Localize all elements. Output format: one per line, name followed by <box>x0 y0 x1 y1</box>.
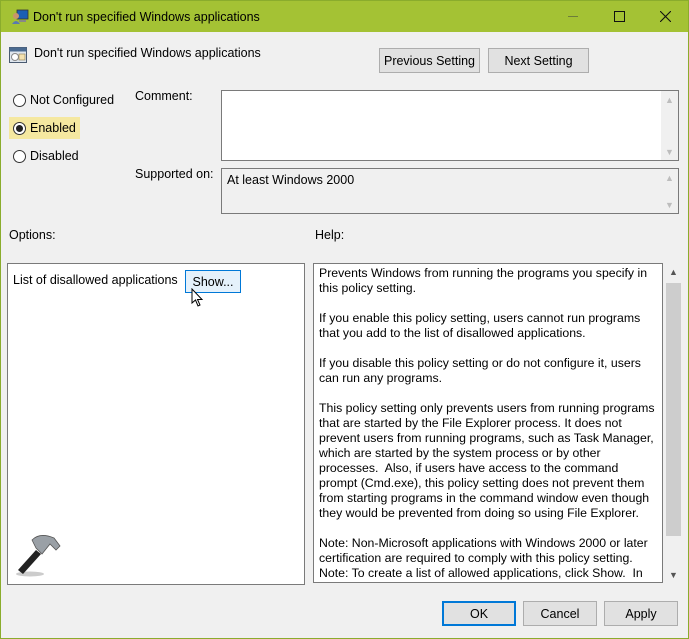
previous-setting-button[interactable]: Previous Setting <box>379 48 480 73</box>
help-panel: Prevents Windows from running the progra… <box>313 263 663 583</box>
supported-on-value: At least Windows 2000 <box>227 173 355 187</box>
policy-dialog: Don't run specified Windows applications… <box>0 0 689 639</box>
policy-editor-icon <box>12 9 29 24</box>
disallowed-list-label: List of disallowed applications <box>13 273 178 287</box>
radio-circle[interactable] <box>13 93 26 107</box>
scroll-up-icon[interactable]: ▲ <box>661 91 678 108</box>
radio-not-configured[interactable]: Not Configured <box>9 89 118 111</box>
supported-on-field: At least Windows 2000 ▲ ▼ <box>221 168 679 214</box>
options-label: Options: <box>9 228 56 242</box>
comment-label: Comment: <box>135 89 193 103</box>
ok-button[interactable]: OK <box>442 601 516 626</box>
setting-name: Don't run specified Windows applications <box>34 46 261 60</box>
scroll-up-icon[interactable]: ▲ <box>661 169 678 186</box>
radio-disabled[interactable]: Disabled <box>9 145 83 167</box>
help-label: Help: <box>315 228 345 242</box>
comment-field[interactable]: ▲ ▼ <box>221 90 679 161</box>
next-setting-button[interactable]: Next Setting <box>488 48 589 73</box>
mouse-cursor-icon <box>191 288 204 307</box>
window-title: Don't run specified Windows applications <box>33 10 260 24</box>
radio-label: Enabled <box>30 121 76 135</box>
comment-input[interactable] <box>222 91 661 160</box>
radio-circle[interactable] <box>13 121 26 135</box>
options-panel: List of disallowed applications Show... <box>7 263 305 585</box>
apply-button[interactable]: Apply <box>604 601 678 626</box>
scroll-down-icon[interactable]: ▼ <box>661 143 678 160</box>
radio-label: Disabled <box>30 149 79 163</box>
maximize-icon <box>613 11 625 22</box>
scroll-down-icon[interactable]: ▼ <box>661 196 678 213</box>
maximize-button[interactable] <box>596 1 642 32</box>
scroll-thumb[interactable] <box>666 283 681 536</box>
scroll-up-icon[interactable]: ▲ <box>665 263 682 280</box>
radio-circle[interactable] <box>13 149 26 163</box>
minimize-button[interactable] <box>550 1 596 32</box>
close-icon <box>659 11 671 22</box>
help-scrollbar[interactable]: ▲ ▼ <box>665 263 682 583</box>
comment-scrollbar[interactable]: ▲ ▼ <box>661 91 678 160</box>
cancel-button[interactable]: Cancel <box>523 601 597 626</box>
help-text: Prevents Windows from running the progra… <box>319 266 655 582</box>
supported-on-label: Supported on: <box>135 167 214 181</box>
radio-enabled[interactable]: Enabled <box>9 117 80 139</box>
supported-scrollbar[interactable]: ▲ ▼ <box>661 169 678 213</box>
close-button[interactable] <box>642 1 688 32</box>
scroll-down-icon[interactable]: ▼ <box>665 566 682 583</box>
title-bar[interactable]: Don't run specified Windows applications <box>1 1 688 32</box>
hammer-icon <box>16 535 61 577</box>
setting-icon <box>9 47 27 63</box>
radio-label: Not Configured <box>30 93 115 107</box>
radio-selected-dot <box>16 124 23 132</box>
minimize-icon <box>568 16 578 17</box>
